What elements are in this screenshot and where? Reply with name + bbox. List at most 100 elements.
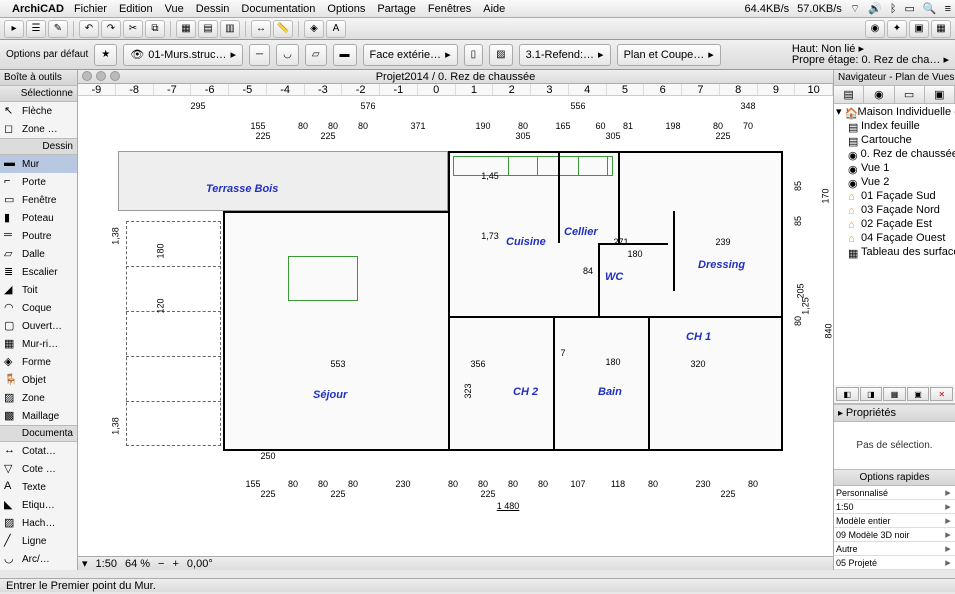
status-zoom[interactable]: 64 % bbox=[125, 558, 150, 570]
mini-btn-3[interactable]: ▦ bbox=[883, 387, 906, 401]
etage-value[interactable]: 0. Rez de cha… bbox=[862, 54, 941, 66]
tree-item-facade-sud[interactable]: ⌂01 Façade Sud bbox=[834, 189, 955, 203]
bluetooth-icon[interactable]: ᛒ bbox=[890, 3, 897, 15]
tree-item-index[interactable]: ▤Index feuille bbox=[834, 119, 955, 133]
opt-geometry-1[interactable]: ─ bbox=[249, 44, 270, 66]
tool-cote[interactable]: ▽Cote … bbox=[0, 460, 77, 478]
quick-row-2[interactable]: Modèle entier▸ bbox=[834, 514, 955, 528]
tb-plan[interactable]: ▤ bbox=[198, 20, 218, 38]
tb-copy[interactable]: ⧉ bbox=[145, 20, 165, 38]
window-close-icon[interactable] bbox=[82, 71, 92, 81]
tree-root[interactable]: ▾🏠Maison Individuelle - E bbox=[834, 104, 955, 119]
status-drop[interactable]: ▾ bbox=[82, 557, 88, 570]
tool-cotat[interactable]: ↔Cotat… bbox=[0, 442, 77, 460]
tool-ouvert[interactable]: ▢Ouvert… bbox=[0, 317, 77, 335]
nav-tab-layouts[interactable]: ▭ bbox=[895, 86, 925, 103]
opt-hatch[interactable]: ▨ bbox=[489, 44, 512, 66]
opt-face-select[interactable]: Face extérie… ▸ bbox=[363, 44, 458, 66]
tb-save[interactable]: ✎ bbox=[48, 20, 68, 38]
zoom-out-icon[interactable]: − bbox=[158, 558, 164, 570]
tree-item-rez[interactable]: ◉0. Rez de chaussée bbox=[834, 147, 955, 161]
status-scale[interactable]: 1:50 bbox=[96, 558, 117, 570]
tree-item-vue2[interactable]: ◉Vue 2 bbox=[834, 175, 955, 189]
tool-ligne[interactable]: ╱Ligne bbox=[0, 532, 77, 550]
navigator-tree[interactable]: ▾🏠Maison Individuelle - E ▤Index feuille… bbox=[834, 104, 955, 385]
tool-poteau[interactable]: ▮Poteau bbox=[0, 209, 77, 227]
nav-tab-views[interactable]: ◉ bbox=[864, 86, 894, 103]
tb-undo[interactable]: ↶ bbox=[79, 20, 99, 38]
drawing-canvas[interactable]: 295 576 556 348 155 80 80 80 371 190 80 … bbox=[78, 96, 833, 556]
tb-new[interactable]: ▸ bbox=[4, 20, 24, 38]
tool-fenetre[interactable]: ▭Fenêtre bbox=[0, 191, 77, 209]
tool-objet[interactable]: 🪑Objet bbox=[0, 371, 77, 389]
tree-item-facade-est[interactable]: ⌂02 Façade Est bbox=[834, 217, 955, 231]
tool-hach[interactable]: ▨Hach… bbox=[0, 514, 77, 532]
tool-mur[interactable]: ▬Mur bbox=[0, 155, 77, 173]
tool-etiqu[interactable]: ◣Etiqu… bbox=[0, 496, 77, 514]
notif-icon[interactable]: ≡ bbox=[945, 3, 951, 15]
tb-redo[interactable]: ↷ bbox=[101, 20, 121, 38]
tool-arc[interactable]: ◡Arc/… bbox=[0, 550, 77, 568]
tb-open[interactable]: ☰ bbox=[26, 20, 46, 38]
tool-arrow[interactable]: ↖Flèche bbox=[0, 102, 77, 120]
tb-layer[interactable]: ◈ bbox=[304, 20, 324, 38]
status-angle[interactable]: 0,00° bbox=[187, 558, 213, 570]
tool-zone[interactable]: ▨Zone bbox=[0, 389, 77, 407]
opt-default-label[interactable]: Options par défaut bbox=[6, 49, 88, 60]
opt-plan-select[interactable]: Plan et Coupe… ▸ bbox=[617, 44, 721, 66]
tb-org[interactable]: ▣ bbox=[909, 20, 929, 38]
tree-item-cartouche[interactable]: ▤Cartouche bbox=[834, 133, 955, 147]
opt-geometry-3[interactable]: ▱ bbox=[305, 44, 327, 66]
window-min-icon[interactable] bbox=[96, 71, 106, 81]
tb-nav[interactable]: ✦ bbox=[887, 20, 907, 38]
tool-coque[interactable]: ◠Coque bbox=[0, 299, 77, 317]
mini-btn-5[interactable]: ✕ bbox=[930, 387, 953, 401]
zoom-in-icon[interactable]: + bbox=[172, 558, 178, 570]
menu-options[interactable]: Options bbox=[327, 3, 365, 15]
tool-forme[interactable]: ◈Forme bbox=[0, 353, 77, 371]
menu-edition[interactable]: Edition bbox=[119, 3, 153, 15]
tool-dalle[interactable]: ▱Dalle bbox=[0, 245, 77, 263]
tb-ruler[interactable]: 📏 bbox=[273, 20, 293, 38]
tree-item-tableau[interactable]: ▦Tableau des surfaces bbox=[834, 245, 955, 259]
quick-row-1[interactable]: 1:50▸ bbox=[834, 500, 955, 514]
tree-item-facade-nord[interactable]: ⌂03 Façade Nord bbox=[834, 203, 955, 217]
menu-documentation[interactable]: Documentation bbox=[241, 3, 315, 15]
opt-layer-select[interactable]: 👁 01-Murs.struc… ▸ bbox=[123, 44, 243, 66]
tb-3d[interactable]: ▦ bbox=[176, 20, 196, 38]
quick-row-3[interactable]: 09 Modèle 3D noir▸ bbox=[834, 528, 955, 542]
tree-item-vue1[interactable]: ◉Vue 1 bbox=[834, 161, 955, 175]
battery-icon[interactable]: ▭ bbox=[904, 2, 914, 15]
wifi-icon[interactable]: ⌔ bbox=[850, 2, 860, 16]
spotlight-icon[interactable]: 🔍 bbox=[923, 2, 937, 15]
tool-murri[interactable]: ▦Mur-ri… bbox=[0, 335, 77, 353]
opt-favorites[interactable]: ★ bbox=[94, 44, 117, 66]
menu-fenetres[interactable]: Fenêtres bbox=[428, 3, 471, 15]
tool-escalier[interactable]: ≣Escalier bbox=[0, 263, 77, 281]
mini-btn-1[interactable]: ◧ bbox=[836, 387, 859, 401]
window-max-icon[interactable] bbox=[110, 71, 120, 81]
tool-poutre[interactable]: ═Poutre bbox=[0, 227, 77, 245]
opt-construction[interactable]: ▬ bbox=[333, 44, 357, 66]
tree-item-facade-ouest[interactable]: ⌂04 Façade Ouest bbox=[834, 231, 955, 245]
tool-polyli[interactable]: ∿Polyli… bbox=[0, 568, 77, 570]
tb-section[interactable]: ▥ bbox=[220, 20, 240, 38]
app-name[interactable]: ArchiCAD bbox=[12, 3, 64, 15]
volume-icon[interactable]: 🔊 bbox=[868, 2, 882, 15]
tool-porte[interactable]: ⌐Porte bbox=[0, 173, 77, 191]
tool-marquee[interactable]: ◻Zone … bbox=[0, 120, 77, 138]
tb-render[interactable]: ◉ bbox=[865, 20, 885, 38]
tb-pub[interactable]: ▦ bbox=[931, 20, 951, 38]
menu-fichier[interactable]: Fichier bbox=[74, 3, 107, 15]
nav-tab-project[interactable]: ▤ bbox=[834, 86, 864, 103]
quick-row-4[interactable]: Autre▸ bbox=[834, 542, 955, 556]
nav-tab-publish[interactable]: ▣ bbox=[925, 86, 955, 103]
mini-btn-4[interactable]: ▣ bbox=[907, 387, 930, 401]
menu-dessin[interactable]: Dessin bbox=[196, 3, 230, 15]
tool-texte[interactable]: ATexte bbox=[0, 478, 77, 496]
menu-vue[interactable]: Vue bbox=[165, 3, 184, 15]
quick-row-5[interactable]: 05 Projeté▸ bbox=[834, 556, 955, 570]
opt-profile[interactable]: ▯ bbox=[464, 44, 484, 66]
tb-measure[interactable]: ↔ bbox=[251, 20, 271, 38]
menu-partage[interactable]: Partage bbox=[377, 3, 416, 15]
